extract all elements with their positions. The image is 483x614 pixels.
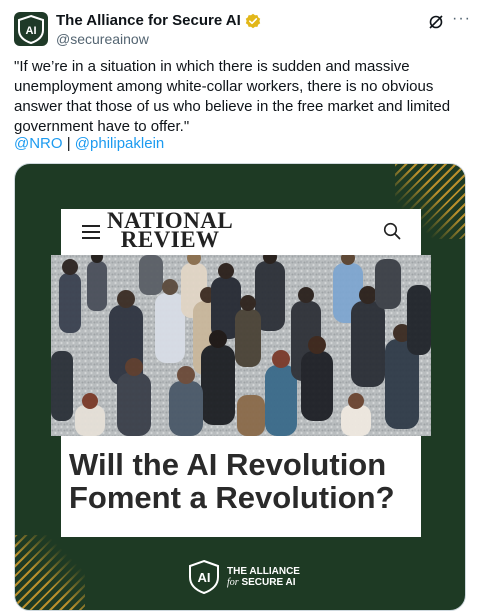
shield-logo-icon: AI — [189, 559, 219, 595]
verified-badge-icon — [245, 13, 261, 29]
tweet-text: "If we’re in a situation in which there … — [14, 58, 451, 135]
mention-link-nro[interactable]: @NRO — [14, 135, 63, 152]
avatar-text: AI — [26, 25, 37, 37]
crowd-photo — [51, 255, 431, 436]
publication-logo: NATIONAL REVIEW — [107, 209, 233, 252]
org-logo-for: for — [227, 577, 239, 588]
org-logo-line2: SECURE AI — [238, 577, 296, 588]
org-logo: AI THE ALLIANCE for SECURE AI — [187, 559, 300, 595]
grok-icon[interactable] — [428, 14, 444, 35]
masthead: NATIONAL REVIEW — [61, 209, 421, 255]
publication-logo-line2: REVIEW — [120, 227, 220, 252]
display-name-row[interactable]: The Alliance for Secure AI — [56, 12, 261, 30]
corner-hatch-decoration — [15, 535, 85, 610]
avatar[interactable]: AI — [14, 12, 48, 46]
mention-link-philipaklein[interactable]: @philipaklein — [75, 135, 164, 152]
handle[interactable]: @secureainow — [56, 31, 149, 47]
search-icon — [383, 222, 401, 245]
more-icon[interactable]: ··· — [452, 10, 471, 28]
org-logo-line1: THE ALLIANCE — [227, 566, 300, 577]
menu-icon — [82, 225, 100, 243]
shield-logo-icon: AI — [18, 14, 44, 44]
article-screenshot: NATIONAL REVIEW Will the AI Revolution F… — [51, 209, 431, 537]
display-name[interactable]: The Alliance for Secure AI — [56, 12, 241, 30]
org-logo-text: THE ALLIANCE for SECURE AI — [227, 566, 300, 588]
tweet-mentions: @NRO | @philipaklein — [14, 134, 164, 154]
mention-separator: | — [62, 135, 75, 152]
article-headline: Will the AI Revolution Foment a Revoluti… — [69, 447, 395, 515]
tweet-media-image[interactable]: NATIONAL REVIEW Will the AI Revolution F… — [14, 163, 466, 611]
org-logo-mark: AI — [198, 570, 211, 585]
